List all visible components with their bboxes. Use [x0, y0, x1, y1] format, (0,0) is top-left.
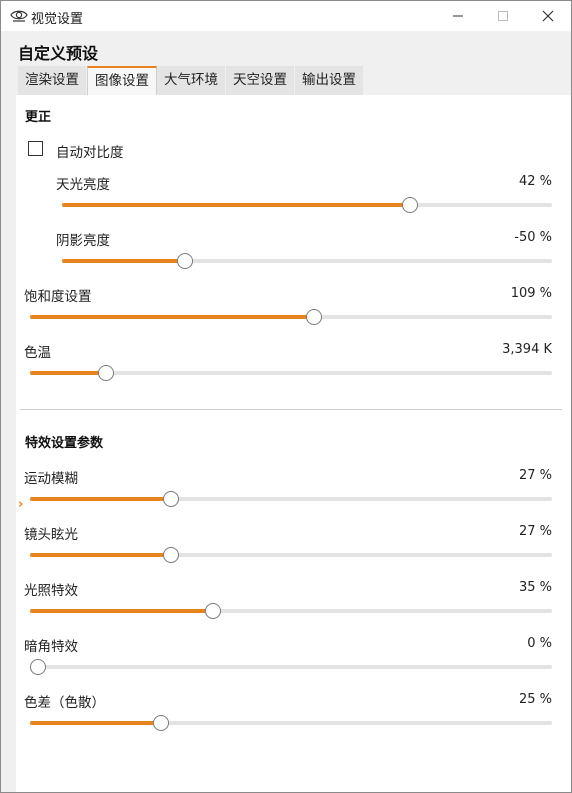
settings-content: › 更正 自动对比度 天光亮度 42 % 阴影亮度 -50 % 饱和度设置 10…: [16, 95, 571, 792]
tab-image-settings[interactable]: 图像设置: [87, 66, 157, 95]
tab-atmosphere[interactable]: 大气环境: [157, 66, 226, 95]
slider-thumb[interactable]: [205, 603, 221, 619]
auto-contrast-checkbox[interactable]: [28, 141, 43, 156]
tab-sky-settings[interactable]: 天空设置: [226, 66, 295, 95]
tab-bar: 渲染设置 图像设置 大气环境 天空设置 输出设置: [18, 66, 364, 95]
panel-header: 自定义预设 渲染设置 图像设置 大气环境 天空设置 输出设置: [16, 31, 571, 95]
minimize-button[interactable]: [435, 1, 481, 31]
slider-thumb[interactable]: [306, 309, 322, 325]
minimize-icon: [453, 15, 463, 17]
slider-value-chromatic-aberration: 25 %: [518, 692, 552, 707]
slider-shadow-brightness[interactable]: [62, 253, 552, 269]
slider-label-motion-blur: 运动模糊: [24, 471, 78, 487]
title-bar: 视觉设置: [1, 1, 571, 31]
slider-value-color-temperature: 3,394 K: [502, 342, 552, 357]
slider-thumb[interactable]: [30, 659, 46, 675]
slider-value-skylight-brightness: 42 %: [518, 174, 552, 189]
slider-fill: [30, 497, 171, 501]
slider-thumb[interactable]: [153, 715, 169, 731]
slider-fill: [30, 609, 213, 613]
slider-label-chromatic-aberration: 色差（色散）: [24, 695, 105, 711]
slider-value-shadow-brightness: -50 %: [514, 230, 552, 245]
slider-label-color-temperature: 色温: [24, 345, 51, 361]
close-icon: [542, 10, 554, 22]
slider-label-vignette: 暗角特效: [24, 639, 78, 655]
section-title-correction: 更正: [25, 110, 52, 125]
slider-label-lens-flare: 镜头眩光: [24, 527, 78, 543]
chevron-right-icon[interactable]: ›: [18, 497, 23, 512]
slider-label-shadow-brightness: 阴影亮度: [56, 233, 110, 249]
slider-vignette[interactable]: [30, 659, 552, 675]
slider-thumb[interactable]: [177, 253, 193, 269]
slider-value-lens-flare: 27 %: [518, 524, 552, 539]
slider-value-saturation: 109 %: [510, 286, 552, 301]
slider-lens-flare[interactable]: [30, 547, 552, 563]
slider-motion-blur[interactable]: [30, 491, 552, 507]
close-button[interactable]: [525, 1, 571, 31]
slider-fill: [30, 721, 161, 725]
visual-settings-window: 视觉设置 自定义预设 渲染设置 图像设置 大气环境 天空设置 输出设置 › 更正…: [0, 0, 572, 793]
section-title-effects: 特效设置参数: [25, 436, 104, 451]
slider-skylight-brightness[interactable]: [62, 197, 552, 213]
slider-lighting-effect[interactable]: [30, 603, 552, 619]
slider-thumb[interactable]: [98, 365, 114, 381]
slider-fill: [30, 371, 106, 375]
window-title: 视觉设置: [31, 12, 84, 27]
slider-label-skylight-brightness: 天光亮度: [56, 177, 110, 193]
slider-label-lighting-effect: 光照特效: [24, 583, 78, 599]
auto-contrast-label: 自动对比度: [56, 145, 124, 161]
slider-saturation[interactable]: [30, 309, 552, 325]
slider-color-temperature[interactable]: [30, 365, 552, 381]
maximize-button[interactable]: [480, 1, 526, 31]
tab-render-settings[interactable]: 渲染设置: [18, 66, 87, 95]
slider-label-saturation: 饱和度设置: [24, 289, 92, 305]
slider-thumb[interactable]: [163, 547, 179, 563]
preset-title: 自定义预设: [18, 44, 99, 63]
section-divider: [20, 409, 562, 410]
slider-value-lighting-effect: 35 %: [518, 580, 552, 595]
slider-fill: [30, 315, 314, 319]
slider-chromatic-aberration[interactable]: [30, 715, 552, 731]
slider-thumb[interactable]: [402, 197, 418, 213]
slider-fill: [62, 203, 410, 207]
slider-thumb[interactable]: [163, 491, 179, 507]
maximize-icon: [498, 11, 508, 21]
slider-fill: [30, 553, 171, 557]
slider-value-motion-blur: 27 %: [518, 468, 552, 483]
slider-fill: [62, 259, 185, 263]
slider-value-vignette: 0 %: [527, 636, 552, 651]
tab-output-settings[interactable]: 输出设置: [295, 66, 364, 95]
eye-icon: [10, 7, 28, 23]
